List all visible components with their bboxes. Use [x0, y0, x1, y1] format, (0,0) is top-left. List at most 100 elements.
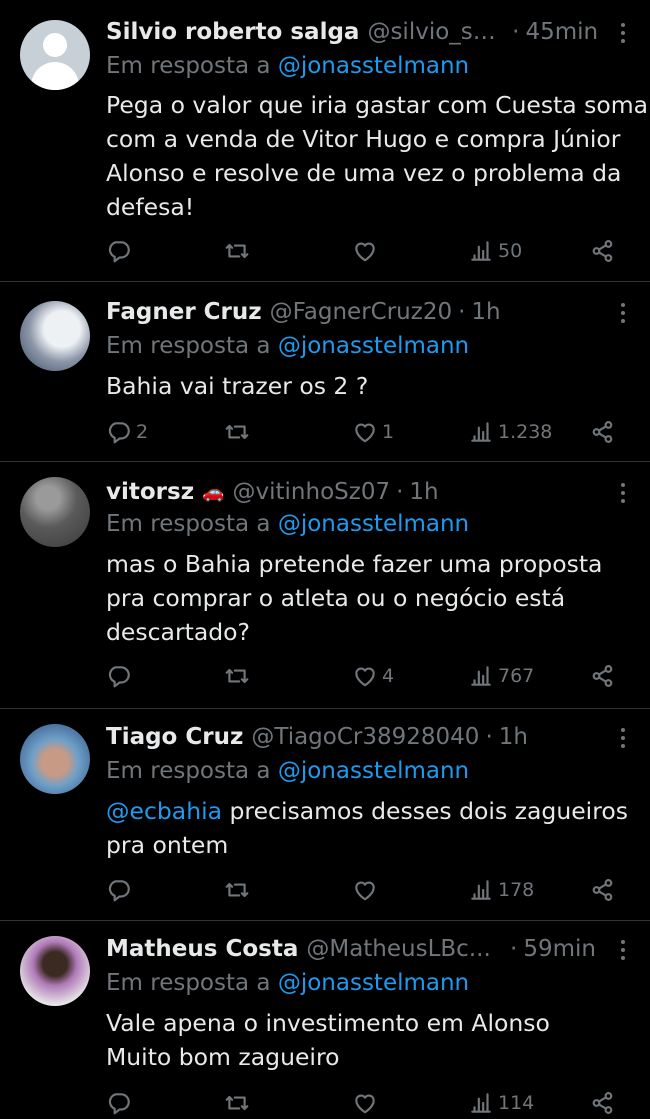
- share-button[interactable]: [590, 417, 616, 447]
- like-button[interactable]: 1: [352, 417, 394, 447]
- reply-button[interactable]: 2: [106, 417, 148, 447]
- avatar[interactable]: [20, 301, 90, 371]
- views-count: 1.238: [498, 421, 553, 443]
- author-name[interactable]: vitorsz: [106, 479, 194, 505]
- reply-button[interactable]: [106, 661, 136, 691]
- retweet-icon: [224, 663, 250, 689]
- text-line: defesa!: [106, 193, 195, 221]
- retweet-button[interactable]: [224, 661, 250, 691]
- more-options-icon[interactable]: [620, 728, 626, 748]
- reply-context: Em resposta a @jonasstelmann: [106, 53, 469, 79]
- share-button[interactable]: [590, 236, 616, 266]
- avatar[interactable]: [20, 20, 90, 90]
- text-line: Pega o valor que iria gastar com Cuesta …: [106, 91, 649, 119]
- retweet-icon: [224, 877, 250, 903]
- author-name[interactable]: Matheus Costa: [106, 936, 298, 962]
- avatar[interactable]: [20, 477, 90, 547]
- views-button[interactable]: 114: [468, 1088, 534, 1118]
- author-handle[interactable]: @FagnerCruz20: [270, 299, 452, 325]
- reply-mention-link[interactable]: @jonasstelmann: [278, 970, 469, 996]
- timestamp[interactable]: 59min: [523, 936, 596, 962]
- timestamp[interactable]: 1h: [499, 724, 528, 750]
- author-handle[interactable]: @silvio_sal...: [367, 19, 506, 45]
- more-options-icon[interactable]: [620, 303, 626, 323]
- retweet-icon: [224, 238, 250, 264]
- avatar[interactable]: [20, 936, 90, 1006]
- views-icon: [468, 1090, 494, 1116]
- retweet-button[interactable]: [224, 417, 250, 447]
- tweet-header: Silvio roberto salga @silvio_sal... · 45…: [106, 15, 630, 49]
- reply-icon: [106, 877, 132, 903]
- action-bar: 178: [106, 875, 630, 905]
- author-handle[interactable]: @MatheusLBc...: [306, 936, 490, 962]
- views-button[interactable]: 1.238: [468, 417, 552, 447]
- reply-icon: [106, 1090, 132, 1116]
- author-name[interactable]: Fagner Cruz: [106, 299, 262, 325]
- views-button[interactable]: 178: [468, 875, 534, 905]
- share-button[interactable]: [590, 875, 616, 905]
- avatar[interactable]: [20, 724, 90, 794]
- like-button[interactable]: 4: [352, 661, 394, 691]
- reply-mention-link[interactable]: @jonasstelmann: [278, 511, 469, 537]
- share-button[interactable]: [590, 661, 616, 691]
- timestamp[interactable]: 45min: [525, 19, 598, 45]
- reply-icon: [106, 238, 132, 264]
- reply-context: Em resposta a @jonasstelmann: [106, 758, 469, 784]
- reply-mention-link[interactable]: @jonasstelmann: [278, 758, 469, 784]
- author-handle[interactable]: @vitinhoSz07: [233, 479, 391, 505]
- separator-dot: ·: [485, 724, 493, 750]
- author-handle[interactable]: @TiagoCr38928040: [251, 724, 479, 750]
- text-line: pra ontem: [106, 831, 229, 859]
- views-button[interactable]: 767: [468, 661, 534, 691]
- share-icon: [590, 238, 616, 264]
- reply-button[interactable]: [106, 1088, 136, 1118]
- retweet-button[interactable]: [224, 1088, 250, 1118]
- reply-mention-link[interactable]: @jonasstelmann: [278, 333, 469, 359]
- views-icon: [468, 663, 494, 689]
- tweet[interactable]: Silvio roberto salga @silvio_sal... · 45…: [0, 0, 650, 282]
- reply-icon: [106, 663, 132, 689]
- tweet-header: vitorsz 🚗 @vitinhoSz07 · 1h: [106, 475, 630, 509]
- retweet-icon: [224, 1090, 250, 1116]
- more-options-icon[interactable]: [620, 23, 626, 43]
- tweet[interactable]: vitorsz 🚗 @vitinhoSz07 · 1h Em resposta …: [0, 463, 650, 709]
- action-bar: 4 767: [106, 661, 630, 691]
- more-options-icon[interactable]: [620, 940, 626, 960]
- like-button[interactable]: [352, 875, 382, 905]
- share-icon: [590, 419, 616, 445]
- separator-dot: ·: [458, 299, 466, 325]
- like-button[interactable]: [352, 236, 382, 266]
- reply-prefix: Em resposta a: [106, 758, 271, 784]
- text-mention-link[interactable]: @ecbahia: [106, 797, 222, 825]
- tweet[interactable]: Tiago Cruz @TiagoCr38928040 · 1h Em resp…: [0, 710, 650, 921]
- author-name[interactable]: Tiago Cruz: [106, 724, 243, 750]
- text-line: Alonso e resolve de uma vez o problema d…: [106, 159, 622, 187]
- reply-context: Em resposta a @jonasstelmann: [106, 970, 469, 996]
- separator-dot: ·: [396, 479, 404, 505]
- views-count: 114: [498, 1092, 535, 1114]
- share-button[interactable]: [590, 1088, 616, 1118]
- reply-mention-link[interactable]: @jonasstelmann: [278, 53, 469, 79]
- author-name[interactable]: Silvio roberto salga: [106, 19, 359, 45]
- like-button[interactable]: [352, 1088, 382, 1118]
- text-line: pra comprar o atleta ou o negócio está: [106, 584, 566, 612]
- timestamp[interactable]: 1h: [471, 299, 500, 325]
- reply-prefix: Em resposta a: [106, 970, 271, 996]
- views-button[interactable]: 50: [468, 236, 522, 266]
- text-line: precisamos desses dois zagueiros: [222, 797, 628, 825]
- retweet-button[interactable]: [224, 236, 250, 266]
- views-count: 50: [498, 240, 523, 262]
- retweet-button[interactable]: [224, 875, 250, 905]
- timestamp[interactable]: 1h: [409, 479, 438, 505]
- more-options-icon[interactable]: [620, 483, 626, 503]
- reply-prefix: Em resposta a: [106, 333, 271, 359]
- reply-button[interactable]: [106, 875, 136, 905]
- tweet-text: Bahia vai trazer os 2 ?: [106, 369, 626, 403]
- reply-button[interactable]: [106, 236, 136, 266]
- tweet[interactable]: Matheus Costa @MatheusLBc... · 59min Em …: [0, 922, 650, 1119]
- views-count: 178: [498, 879, 535, 901]
- share-icon: [590, 663, 616, 689]
- tweet[interactable]: Fagner Cruz @FagnerCruz20 · 1h Em respos…: [0, 283, 650, 462]
- reply-icon: [106, 419, 132, 445]
- share-icon: [590, 877, 616, 903]
